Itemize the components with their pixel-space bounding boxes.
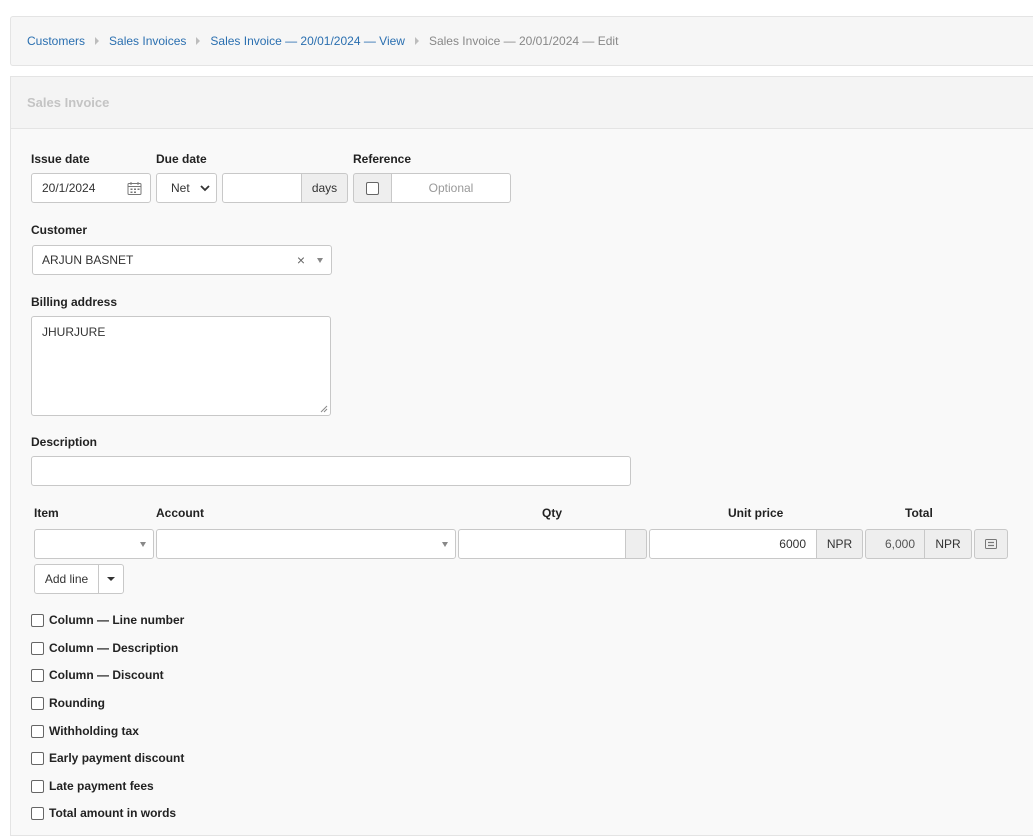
checkbox[interactable] [31, 696, 44, 710]
customer-label: Customer [31, 223, 88, 237]
checkbox[interactable] [31, 641, 44, 655]
reference-checkbox-addon [353, 173, 392, 203]
unit-price-currency-addon: NPR [816, 529, 863, 559]
reference-label: Reference [353, 152, 412, 166]
list-icon [985, 539, 997, 549]
option-label: Late payment fees [49, 779, 154, 793]
breadcrumb-separator-icon [414, 37, 419, 45]
breadcrumb-customers[interactable]: Customers [27, 34, 85, 48]
customer-value: ARJUN BASNET [42, 253, 134, 267]
description-label: Description [31, 435, 98, 449]
unit-price-value: 6000 [779, 537, 806, 551]
breadcrumb-separator-icon [95, 37, 100, 45]
option-early-payment-discount[interactable]: Early payment discount [31, 751, 184, 765]
reference-input[interactable]: Optional [391, 173, 511, 203]
qty-column-header: Qty [542, 506, 563, 520]
billing-address-textarea[interactable]: JHURJURE [31, 316, 331, 416]
option-label: Column — Description [49, 641, 179, 655]
option-label: Column — Line number [49, 613, 185, 627]
due-days-input[interactable] [222, 173, 303, 203]
checkbox[interactable] [31, 724, 44, 738]
add-line-dropdown-button[interactable] [98, 564, 124, 594]
option-withholding-tax[interactable]: Withholding tax [31, 724, 139, 738]
item-select[interactable] [34, 529, 154, 559]
unit-price-input[interactable]: 6000 [649, 529, 817, 559]
item-column-header: Item [34, 506, 59, 520]
dropdown-arrow-icon[interactable] [442, 542, 448, 547]
total-column-header: Total [905, 506, 933, 520]
breadcrumb-sales-invoices[interactable]: Sales Invoices [109, 34, 186, 48]
option-late-payment-fees[interactable]: Late payment fees [31, 779, 154, 793]
breadcrumb-invoice-view[interactable]: Sales Invoice — 20/01/2024 — View [210, 34, 405, 48]
checkbox[interactable] [31, 613, 44, 627]
line-total-currency-addon: NPR [924, 529, 972, 559]
line-options-button[interactable] [974, 529, 1008, 559]
dropdown-arrow-icon[interactable] [140, 542, 146, 547]
description-input[interactable] [31, 456, 631, 486]
account-column-header: Account [156, 506, 204, 520]
option-label: Early payment discount [49, 751, 185, 765]
due-date-select[interactable]: Net [156, 173, 217, 203]
billing-address-label: Billing address [31, 295, 118, 309]
clear-icon[interactable]: × [297, 252, 305, 268]
due-date-select-value: Net [171, 181, 190, 195]
line-total-field: 6,000 [865, 529, 925, 559]
days-addon: days [301, 173, 348, 203]
issue-date-input[interactable]: 20/1/2024 [31, 173, 151, 203]
breadcrumb: Customers Sales Invoices Sales Invoice —… [10, 16, 1033, 66]
account-select[interactable] [156, 529, 456, 559]
unit-price-column-header: Unit price [728, 506, 784, 520]
breadcrumb-current: Sales Invoice — 20/01/2024 — Edit [428, 34, 619, 48]
billing-address-value: JHURJURE [42, 325, 106, 339]
checkbox[interactable] [31, 779, 44, 793]
customer-select[interactable]: ARJUN BASNET × [32, 245, 332, 275]
issue-date-value: 20/1/2024 [42, 181, 96, 195]
option-label: Rounding [49, 696, 105, 710]
option-label: Total amount in words [49, 806, 177, 820]
option-label: Withholding tax [49, 724, 139, 738]
option-line-number[interactable]: Column — Line number [31, 613, 184, 627]
caret-down-icon [107, 577, 115, 581]
checkbox[interactable] [31, 751, 44, 765]
chevron-down-icon [200, 185, 210, 192]
issue-date-label: Issue date [31, 152, 90, 166]
option-total-amount-in-words[interactable]: Total amount in words [31, 806, 176, 820]
reference-checkbox[interactable] [366, 181, 379, 195]
due-date-label: Due date [156, 152, 207, 166]
panel-title: Sales Invoice [11, 77, 1033, 129]
option-label: Column — Discount [49, 668, 164, 682]
checkbox[interactable] [31, 806, 44, 820]
option-description[interactable]: Column — Description [31, 641, 178, 655]
add-line-button[interactable]: Add line [34, 564, 99, 594]
dropdown-arrow-icon[interactable] [317, 258, 323, 263]
checkbox[interactable] [31, 668, 44, 682]
breadcrumb-separator-icon [196, 37, 201, 45]
option-discount[interactable]: Column — Discount [31, 668, 164, 682]
calendar-icon[interactable] [127, 181, 142, 196]
resize-handle-icon[interactable] [320, 405, 328, 413]
option-rounding[interactable]: Rounding [31, 696, 105, 710]
qty-input[interactable] [458, 529, 626, 559]
reference-placeholder: Optional [428, 181, 474, 195]
qty-unit-addon [625, 529, 647, 559]
